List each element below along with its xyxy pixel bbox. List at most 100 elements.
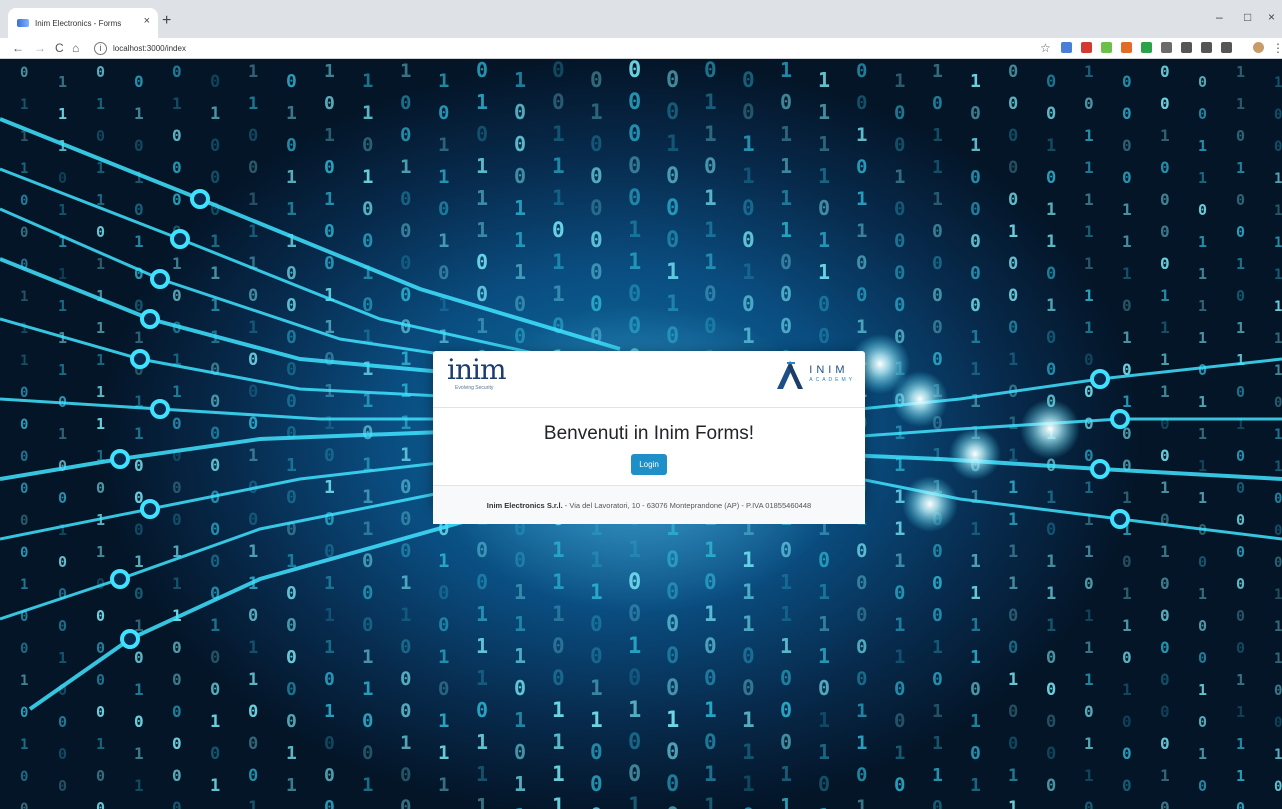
svg-text:1: 1 [818,100,830,124]
svg-text:1: 1 [96,319,105,337]
svg-text:0: 0 [742,292,755,316]
svg-text:1: 1 [96,95,105,113]
minimize-button[interactable]: – [1216,10,1223,24]
svg-text:1: 1 [1160,542,1170,561]
svg-text:1: 1 [1198,329,1207,347]
svg-text:0: 0 [476,698,488,722]
svg-text:1: 1 [742,612,755,636]
svg-text:0: 0 [628,186,641,211]
svg-text:1: 1 [894,742,905,764]
svg-text:1: 1 [1236,671,1245,689]
svg-text:0: 0 [476,122,488,146]
ext-puzzle-icon[interactable] [1221,42,1232,53]
svg-text:0: 0 [742,68,755,92]
close-window-button[interactable]: × [1268,10,1275,24]
svg-text:0: 0 [400,284,411,306]
svg-text:0: 0 [780,90,792,114]
svg-text:0: 0 [324,157,335,178]
svg-text:0: 0 [20,801,28,809]
svg-text:0: 0 [248,158,258,178]
svg-text:0: 0 [324,221,335,242]
svg-text:0: 0 [666,612,679,637]
svg-text:1: 1 [134,328,144,347]
svg-text:0: 0 [286,487,297,508]
url-text[interactable]: localhost:3000/index [113,44,186,53]
svg-text:0: 0 [400,540,411,562]
svg-text:0: 0 [1046,360,1056,380]
svg-text:1: 1 [1122,680,1132,699]
profile-avatar[interactable] [1253,42,1264,53]
ext-translate-icon[interactable] [1061,42,1072,53]
svg-text:0: 0 [1008,254,1018,274]
svg-text:1: 1 [324,61,335,82]
svg-text:0: 0 [172,638,182,657]
svg-text:0: 0 [590,164,603,188]
svg-text:0: 0 [1236,383,1245,401]
svg-text:0: 0 [1198,105,1207,123]
ext-color-icon[interactable] [1101,42,1112,53]
svg-text:0: 0 [400,188,411,210]
browser-menu-icon[interactable]: ⋮ [1272,41,1282,55]
svg-text:1: 1 [1274,235,1282,251]
svg-text:0: 0 [1122,136,1132,155]
svg-text:1: 1 [134,680,144,699]
svg-text:1: 1 [362,518,373,540]
browser-tab[interactable]: Inim Electronics - Forms × [8,8,158,38]
svg-text:0: 0 [286,711,297,732]
svg-text:0: 0 [286,359,297,380]
svg-text:1: 1 [58,361,67,379]
svg-text:1: 1 [552,186,565,210]
new-tab-button[interactable]: + [162,13,171,29]
ext-dot-icon[interactable] [1181,42,1192,53]
svg-text:0: 0 [172,126,182,145]
maximize-button[interactable]: □ [1244,10,1251,24]
site-info-icon[interactable]: i [94,41,107,55]
login-button[interactable]: Login [631,454,667,475]
svg-text:0: 0 [1160,638,1170,657]
svg-text:1: 1 [438,326,449,348]
svg-text:1: 1 [590,708,603,732]
svg-text:1: 1 [362,486,373,508]
svg-text:0: 0 [552,666,565,690]
home-icon[interactable]: ⌂ [72,41,79,55]
svg-text:1: 1 [552,762,565,786]
svg-text:1: 1 [590,676,603,700]
svg-text:1: 1 [1236,351,1245,369]
svg-text:1: 1 [1084,254,1094,273]
address-bar[interactable]: i localhost:3000/index [90,40,1030,56]
svg-text:1: 1 [552,570,565,594]
svg-text:0: 0 [1160,606,1170,625]
svg-text:1: 1 [1046,488,1056,508]
svg-text:1: 1 [438,774,449,796]
ext-calendar-icon[interactable] [1141,42,1152,53]
ext-record-icon[interactable] [1081,42,1092,53]
reload-icon[interactable]: C [55,41,64,55]
svg-text:0: 0 [704,634,717,658]
svg-text:0: 0 [590,292,603,316]
svg-text:1: 1 [1236,703,1245,721]
svg-text:0: 0 [894,230,905,252]
svg-text:1: 1 [590,100,603,124]
svg-text:0: 0 [856,92,867,114]
svg-text:1: 1 [970,775,981,796]
svg-text:0: 0 [514,740,526,764]
ext-screenshot-icon[interactable] [1201,42,1212,53]
svg-text:1: 1 [248,62,258,82]
svg-text:0: 0 [286,391,297,412]
ext-green-icon[interactable] [1161,42,1172,53]
bookmark-star-icon[interactable]: ☆ [1040,41,1051,55]
forward-icon[interactable]: → [34,41,46,55]
back-icon[interactable]: ← [12,41,24,55]
svg-text:1: 1 [400,444,411,466]
svg-text:0: 0 [1198,361,1207,379]
svg-text:1: 1 [20,577,28,593]
ext-tools-icon[interactable] [1121,42,1132,53]
svg-text:1: 1 [1198,585,1207,603]
svg-text:0: 0 [20,705,28,721]
svg-text:0: 0 [210,360,220,380]
svg-text:0: 0 [590,196,603,220]
svg-text:0: 0 [1046,520,1056,540]
svg-text:1: 1 [1046,200,1056,220]
svg-text:1: 1 [590,548,603,572]
tab-close-icon[interactable]: × [144,16,150,27]
